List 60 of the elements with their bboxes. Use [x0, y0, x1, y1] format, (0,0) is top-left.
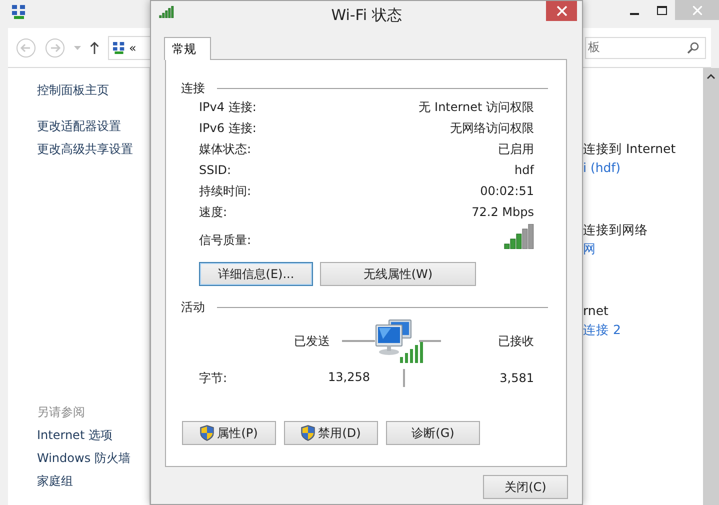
tab[interactable]: 常规	[164, 37, 211, 60]
search-icon	[687, 42, 699, 54]
back-icon[interactable]	[16, 38, 36, 58]
dialog-button[interactable]: 无线属性(W)	[320, 262, 476, 286]
dialog-button[interactable]: 禁用(D)	[284, 421, 378, 445]
section-heading: 活动	[181, 299, 205, 315]
field-value: 72.2 Mbps	[472, 204, 534, 221]
see-also-link[interactable]: 家庭组	[37, 471, 149, 491]
received-label: 已接收	[497, 332, 534, 350]
wifi-signal-icon	[159, 6, 174, 18]
forward-icon[interactable]	[45, 38, 65, 58]
dialog-button[interactable]: 诊断(G)	[386, 421, 480, 445]
see-also-link[interactable]: Internet 选项	[37, 425, 149, 445]
sidebar-link[interactable]: 更改高级共享设置	[37, 139, 149, 159]
up-arrow-icon[interactable]	[90, 42, 99, 54]
field-label: IPv6 连接:	[199, 120, 256, 137]
signal-strength-icon	[504, 224, 534, 249]
sidebar-link[interactable]: 控制面板主页	[37, 80, 149, 100]
minimize-icon	[630, 12, 639, 14]
see-also-heading: 另请参阅	[37, 404, 86, 421]
network-link[interactable]: i (hdf)	[583, 159, 703, 177]
shield-icon	[301, 425, 316, 441]
field-value: 00:02:51	[480, 183, 534, 200]
dialog-button[interactable]: 属性(P)	[182, 421, 276, 445]
field-value: 无 Internet 访问权限	[418, 99, 534, 116]
field-label: SSID:	[199, 162, 232, 179]
field-label: 持续时间:	[199, 183, 252, 200]
section-heading: 连接	[181, 80, 205, 96]
sidebar-link[interactable]: 更改适配器设置	[37, 116, 149, 136]
network-link[interactable]: 网	[583, 240, 703, 258]
field-value: 已启用	[498, 141, 534, 158]
sent-bytes: 13,258	[328, 370, 370, 386]
field-label: 媒体状态:	[199, 141, 252, 158]
sent-label: 已发送	[293, 332, 331, 350]
search-field[interactable]: 板	[585, 36, 706, 58]
see-also-link[interactable]: Windows 防火墙	[37, 448, 149, 468]
scrollbar[interactable]	[703, 68, 719, 505]
network-computer-icon	[375, 319, 423, 363]
close-icon	[692, 6, 702, 14]
field-label: 信号质量:	[199, 232, 252, 249]
close-icon	[556, 6, 566, 16]
network-status-text: 连接到网络	[583, 221, 649, 239]
network-status-text: rnet	[583, 302, 610, 320]
shield-icon	[200, 425, 214, 441]
close-dialog-button[interactable]: 关闭(C)	[483, 475, 568, 499]
caret-icon[interactable]	[74, 46, 81, 50]
close-button[interactable]	[546, 1, 577, 21]
received-bytes: 3,581	[498, 371, 534, 385]
field-label: 速度:	[199, 204, 228, 221]
maximize-icon	[656, 6, 666, 14]
dialog-button[interactable]: 详细信息(E)...	[199, 262, 313, 286]
network-icon	[113, 42, 125, 54]
network-icon	[12, 5, 26, 19]
field-label: IPv4 连接:	[199, 99, 256, 116]
network-status-text: 连接到 Internet	[583, 140, 677, 158]
bytes-label: 字节:	[199, 370, 228, 386]
field-value: 无网络访问权限	[450, 120, 534, 137]
network-link[interactable]: 连接 2	[583, 321, 703, 339]
dialog-title: Wi-Fi 状态	[331, 5, 402, 26]
field-value: hdf	[514, 162, 534, 179]
